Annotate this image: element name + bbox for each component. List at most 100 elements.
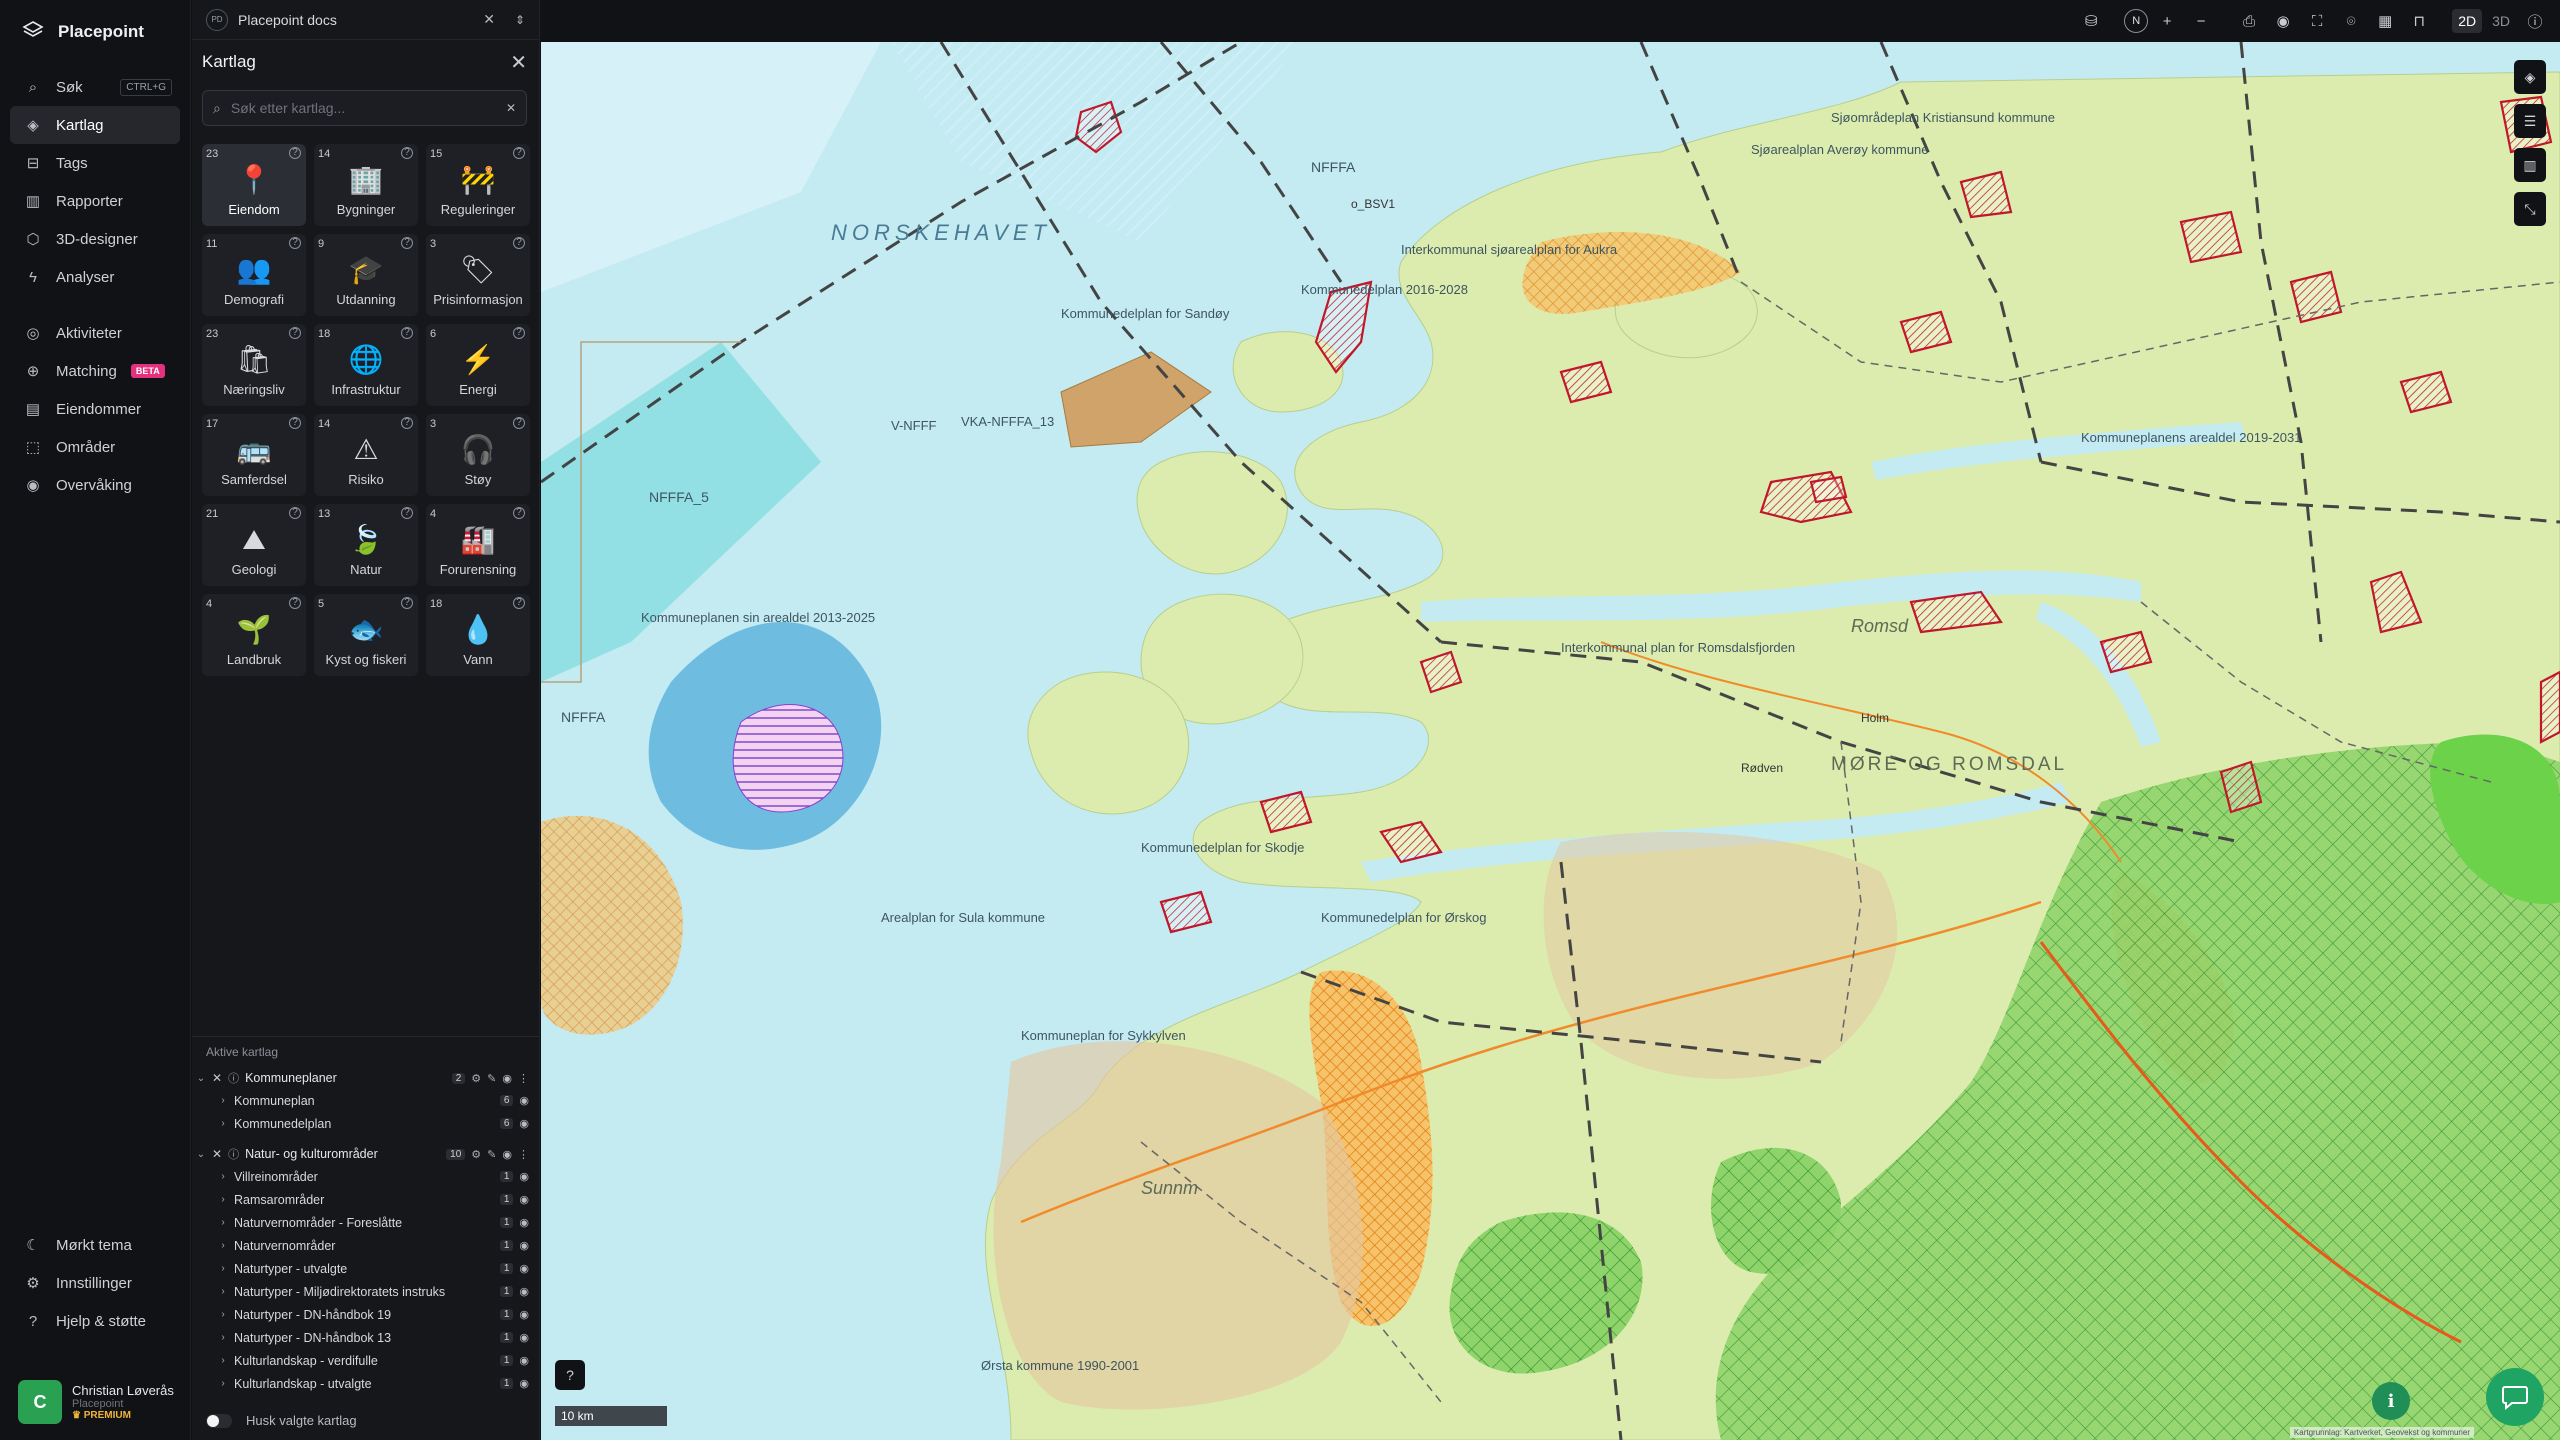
info-icon[interactable]: ⓘ: [2520, 6, 2550, 36]
nav-item-rapporter[interactable]: ▥ Rapporter: [10, 182, 180, 220]
category-tile[interactable]: 14? 🏢 Bygninger: [314, 144, 418, 226]
settings-icon[interactable]: ⚙: [471, 1072, 481, 1085]
brand[interactable]: Placepoint: [0, 0, 190, 64]
chevron-updown-icon[interactable]: ⇕: [515, 13, 525, 27]
layer-row[interactable]: › Naturtyper - DN-håndbok 19 1 ◉: [192, 1303, 539, 1326]
chevron-right-icon[interactable]: ›: [218, 1355, 228, 1366]
print-icon[interactable]: ⎙: [2234, 6, 2264, 36]
eye-icon[interactable]: ◉: [519, 1216, 529, 1229]
category-tile[interactable]: 21? ⛰ Geologi: [202, 504, 306, 586]
nav-item-help[interactable]: ? Hjelp & støtte: [10, 1302, 180, 1340]
nav-item-3d-designer[interactable]: ⬡ 3D-designer: [10, 220, 180, 258]
zoom-in-icon[interactable]: +: [2152, 6, 2182, 36]
close-icon[interactable]: ✕: [483, 11, 495, 28]
fullscreen-icon[interactable]: ⛶: [2302, 6, 2332, 36]
eye-icon[interactable]: ◉: [519, 1117, 529, 1130]
category-tile[interactable]: 11? 👥 Demografi: [202, 234, 306, 316]
chevron-right-icon[interactable]: ›: [218, 1240, 228, 1251]
layer-group[interactable]: ⌄ ✕ ⓘ Natur- og kulturområder 10 ⚙ ✎ ◉ ⋮: [192, 1143, 539, 1165]
eye-icon[interactable]: ◉: [519, 1285, 529, 1298]
category-tile[interactable]: 14? ⚠ Risiko: [314, 414, 418, 496]
info-icon[interactable]: ?: [401, 327, 413, 339]
more-icon[interactable]: ⋮: [518, 1072, 529, 1085]
info-icon[interactable]: ?: [513, 507, 525, 519]
info-icon[interactable]: ?: [289, 417, 301, 429]
info-icon[interactable]: ?: [513, 237, 525, 249]
nav-item-matching[interactable]: ⊕ Matching BETA: [10, 352, 180, 390]
edit-icon[interactable]: ✎: [487, 1072, 496, 1085]
layer-row[interactable]: › Naturtyper - utvalgte 1 ◉: [192, 1257, 539, 1280]
nav-item-analyser[interactable]: ϟ Analyser: [10, 258, 180, 296]
eye-icon[interactable]: ◉: [2268, 6, 2298, 36]
category-tile[interactable]: 18? 🌐 Infrastruktur: [314, 324, 418, 406]
eye-icon[interactable]: ◉: [519, 1239, 529, 1252]
clear-icon[interactable]: ✕: [506, 101, 516, 115]
info-icon[interactable]: ?: [289, 507, 301, 519]
chat-button[interactable]: [2486, 1368, 2544, 1426]
eye-icon[interactable]: ◉: [519, 1094, 529, 1107]
layer-row[interactable]: › Naturtyper - DN-håndbok 13 1 ◉: [192, 1326, 539, 1349]
eye-icon[interactable]: ◉: [502, 1148, 512, 1161]
more-icon[interactable]: ⋮: [518, 1148, 529, 1161]
map-view[interactable]: NORSKEHAVET MØRE OG ROMSDAL Romsd Sunnm …: [541, 42, 2560, 1440]
info-button[interactable]: i: [2372, 1382, 2410, 1420]
info-icon[interactable]: ?: [513, 147, 525, 159]
layer-row[interactable]: › Naturvernområder 1 ◉: [192, 1234, 539, 1257]
edit-icon[interactable]: ✎: [487, 1148, 496, 1161]
grid-icon[interactable]: ▦: [2370, 6, 2400, 36]
zoom-out-icon[interactable]: −: [2186, 6, 2216, 36]
measure-tool-icon[interactable]: ⤡: [2514, 192, 2546, 226]
compass-button[interactable]: N: [2124, 9, 2149, 33]
category-tile[interactable]: 23? 📍 Eiendom: [202, 144, 306, 226]
layer-row[interactable]: › Kulturlandskap - utvalgte 1 ◉: [192, 1372, 539, 1395]
basemap-icon[interactable]: ⛁: [2076, 6, 2106, 36]
nav-item-dark-theme[interactable]: ☾ Mørkt tema: [10, 1226, 180, 1264]
camera-icon[interactable]: ⌾: [2336, 6, 2366, 36]
info-icon[interactable]: ?: [289, 237, 301, 249]
info-icon[interactable]: ?: [289, 147, 301, 159]
chevron-right-icon[interactable]: ›: [218, 1171, 228, 1182]
category-tile[interactable]: 6? ⚡ Energi: [426, 324, 530, 406]
category-tile[interactable]: 5? 🐟 Kyst og fiskeri: [314, 594, 418, 676]
info-icon[interactable]: ⓘ: [228, 1070, 239, 1086]
nav-item-overvaking[interactable]: ◉ Overvåking: [10, 466, 180, 504]
eye-icon[interactable]: ◉: [502, 1072, 512, 1085]
chevron-right-icon[interactable]: ›: [218, 1378, 228, 1389]
layer-row[interactable]: › Kommuneplan 6 ◉: [192, 1089, 539, 1112]
layer-row[interactable]: › Ramsarområder 1 ◉: [192, 1188, 539, 1211]
category-tile[interactable]: 3? 🏷 Prisinformasjon: [426, 234, 530, 316]
category-tile[interactable]: 18? 💧 Vann: [426, 594, 530, 676]
eye-icon[interactable]: ◉: [519, 1308, 529, 1321]
chevron-right-icon[interactable]: ›: [218, 1118, 228, 1129]
layer-group[interactable]: ⌄ ✕ ⓘ Kommuneplaner 2 ⚙ ✎ ◉ ⋮: [192, 1067, 539, 1089]
remember-layers[interactable]: Husk valgte kartlag: [206, 1413, 539, 1428]
nav-item-aktiviteter[interactable]: ◎ Aktiviteter: [10, 314, 180, 352]
chevron-right-icon[interactable]: ›: [218, 1095, 228, 1106]
info-icon[interactable]: ?: [513, 327, 525, 339]
bookmark-icon[interactable]: ⊓: [2404, 6, 2434, 36]
chevron-right-icon[interactable]: ›: [218, 1309, 228, 1320]
settings-icon[interactable]: ⚙: [471, 1148, 481, 1161]
document-tab[interactable]: PD Placepoint docs ✕ ⇕: [192, 0, 539, 40]
info-icon[interactable]: ?: [401, 147, 413, 159]
layer-row[interactable]: › Villreinområder 1 ◉: [192, 1165, 539, 1188]
map-canvas[interactable]: NORSKEHAVET MØRE OG ROMSDAL Romsd Sunnm …: [541, 42, 2560, 1440]
remove-icon[interactable]: ✕: [212, 1071, 222, 1085]
chevron-right-icon[interactable]: ›: [218, 1194, 228, 1205]
info-icon[interactable]: ⓘ: [228, 1146, 239, 1162]
info-icon[interactable]: ?: [401, 417, 413, 429]
eye-icon[interactable]: ◉: [519, 1377, 529, 1390]
layer-search-input[interactable]: [230, 100, 496, 116]
nav-item-tags[interactable]: ⊟ Tags: [10, 144, 180, 182]
mode-2d-button[interactable]: 2D: [2452, 9, 2483, 33]
category-tile[interactable]: 9? 🎓 Utdanning: [314, 234, 418, 316]
remove-icon[interactable]: ✕: [212, 1147, 222, 1161]
legend-tool-icon[interactable]: ☰: [2514, 104, 2546, 138]
category-tile[interactable]: 3? 🎧 Støy: [426, 414, 530, 496]
nav-item-eiendommer[interactable]: ▤ Eiendommer: [10, 390, 180, 428]
eye-icon[interactable]: ◉: [519, 1170, 529, 1183]
user-card[interactable]: C Christian Løverås Placepoint ♛ PREMIUM: [18, 1380, 174, 1424]
category-tile[interactable]: 15? 🚧 Reguleringer: [426, 144, 530, 226]
info-icon[interactable]: ?: [513, 417, 525, 429]
layer-row[interactable]: › Naturvernområder - Foreslåtte 1 ◉: [192, 1211, 539, 1234]
